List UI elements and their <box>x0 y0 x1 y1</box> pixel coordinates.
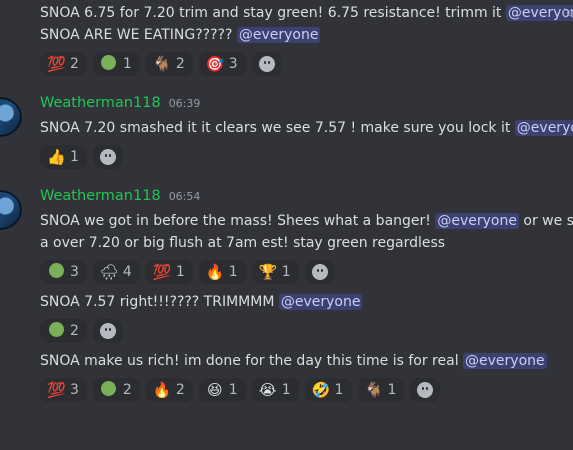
message-header: Weatherman118 06:54 <box>40 188 573 210</box>
smiley-add-icon <box>99 323 116 339</box>
add-reaction-button[interactable] <box>92 145 123 169</box>
author-name[interactable]: Weatherman118 <box>40 95 161 111</box>
reaction-goat[interactable]: 🐐 1 <box>357 378 405 402</box>
message-text: SNOA 7.57 right!!!???? TRIMMMM @everyone <box>40 291 573 313</box>
message-text: SNOA ARE WE EATING????? @everyone <box>40 24 573 46</box>
reaction-count: 1 <box>281 382 291 398</box>
author-name[interactable]: Weatherman118 <box>40 188 161 204</box>
smiley-add-icon <box>99 149 116 165</box>
smiley-add-icon <box>417 382 434 398</box>
reaction-bar: 💯 3 2 🔥 2 😆 1 😭 1 🤣 1 🐐 1 <box>40 377 573 403</box>
reaction-bar: 👍 1 <box>40 144 573 170</box>
hundred-points-icon: 💯 <box>47 380 66 399</box>
reaction-green-circle[interactable]: 2 <box>92 378 140 402</box>
thumbs-up-icon: 👍 <box>47 147 66 166</box>
mention-everyone[interactable]: @everyone <box>463 353 547 369</box>
reaction-bar: 2 <box>40 318 573 344</box>
reaction-green-circle[interactable]: 2 <box>40 319 87 343</box>
avatar[interactable] <box>0 190 22 230</box>
hundred-points-icon: 💯 <box>152 262 172 281</box>
reaction-count: 2 <box>122 382 132 398</box>
reaction-count: 1 <box>228 382 238 398</box>
trophy-icon: 🏆 <box>258 262 278 281</box>
add-reaction-button[interactable] <box>251 52 282 76</box>
goat-icon: 🐐 <box>152 54 172 73</box>
message-line: SNOA 6.75 for 7.20 trim and stay green! … <box>40 5 506 21</box>
timestamp[interactable]: 06:54 <box>169 190 201 203</box>
goat-icon: 🐐 <box>364 380 384 399</box>
reaction-green-circle[interactable]: 3 <box>40 260 87 284</box>
grinning-squint-icon: 😆 <box>206 380 223 399</box>
rofl-icon: 🤣 <box>311 380 331 399</box>
rain-cloud-icon: 🌧 <box>99 262 119 281</box>
reaction-count: 3 <box>70 264 79 280</box>
reaction-rofl[interactable]: 🤣 1 <box>304 378 352 402</box>
reaction-count: 1 <box>387 382 397 398</box>
reaction-count: 4 <box>122 264 132 280</box>
smiley-add-icon <box>258 56 275 72</box>
reaction-count: 2 <box>70 56 79 72</box>
reaction-count: 2 <box>70 323 79 339</box>
message-line: SNOA 7.57 right!!!???? TRIMMMM <box>40 294 279 310</box>
reaction-grinning-squint[interactable]: 😆 1 <box>198 378 246 402</box>
reaction-count: 1 <box>281 264 291 280</box>
reaction-hundred[interactable]: 💯 1 <box>145 260 193 284</box>
add-reaction-button[interactable] <box>92 319 123 343</box>
fire-icon: 🔥 <box>205 262 225 281</box>
message-line: SNOA make us rich! im done for the day t… <box>40 353 464 369</box>
message-line: SNOA we got in before the mass! Shees wh… <box>40 213 436 229</box>
mention-everyone[interactable]: @everyone <box>514 120 573 136</box>
reaction-hundred[interactable]: 💯 2 <box>40 52 87 76</box>
message-line: SNOA 7.20 smashed it it clears we see 7.… <box>40 120 515 136</box>
message-group: Weatherman118 06:54 SNOA we got in befor… <box>0 188 573 403</box>
reaction-count: 2 <box>175 382 185 398</box>
avatar[interactable] <box>0 97 22 137</box>
green-circle-icon <box>47 263 65 281</box>
reaction-goat[interactable]: 🐐 2 <box>145 52 193 76</box>
reaction-green-circle[interactable]: 1 <box>92 52 140 76</box>
reaction-count: 1 <box>228 264 238 280</box>
green-circle-icon <box>100 55 118 73</box>
reaction-hundred[interactable]: 💯 3 <box>40 378 87 402</box>
reaction-count: 1 <box>334 382 344 398</box>
reaction-target[interactable]: 🎯 3 <box>198 52 246 76</box>
smiley-add-icon <box>311 264 328 280</box>
reaction-fire[interactable]: 🔥 1 <box>198 260 246 284</box>
message-text: SNOA we got in before the mass! Shees wh… <box>40 210 573 254</box>
reaction-bar: 3 🌧 4 💯 1 🔥 1 🏆 1 <box>40 259 573 285</box>
clipped-text: (e <box>561 6 573 19</box>
reaction-count: 1 <box>175 264 185 280</box>
reaction-trophy[interactable]: 🏆 1 <box>251 260 299 284</box>
reaction-count: 2 <box>175 56 185 72</box>
reaction-count: 1 <box>122 56 132 72</box>
add-reaction-button[interactable] <box>304 260 335 284</box>
green-circle-icon <box>47 322 65 340</box>
reaction-bar: 💯 2 1 🐐 2 🎯 3 <box>40 51 573 77</box>
add-reaction-button[interactable] <box>410 378 441 402</box>
mention-everyone[interactable]: @everyone <box>435 213 519 229</box>
target-icon: 🎯 <box>205 54 225 73</box>
mention-everyone[interactable]: @everyone <box>278 294 363 310</box>
message-line: SNOA ARE WE EATING????? <box>40 27 237 43</box>
message-text: SNOA make us rich! im done for the day t… <box>40 350 573 372</box>
reaction-fire[interactable]: 🔥 2 <box>145 378 193 402</box>
reaction-count: 1 <box>70 149 79 165</box>
timestamp[interactable]: 06:39 <box>169 97 201 110</box>
fire-icon: 🔥 <box>152 380 172 399</box>
hundred-points-icon: 💯 <box>47 54 66 73</box>
reaction-thumbs-up[interactable]: 👍 1 <box>40 145 87 169</box>
message-header: Weatherman118 06:39 <box>40 95 573 117</box>
reaction-crying[interactable]: 😭 1 <box>251 378 299 402</box>
mention-everyone[interactable]: @everyone <box>236 27 321 43</box>
message-group: SNOA 6.75 for 7.20 trim and stay green! … <box>0 0 573 77</box>
green-circle-icon <box>100 381 118 399</box>
chat-message-list: SNOA 6.75 for 7.20 trim and stay green! … <box>0 0 573 450</box>
message-text: SNOA 7.20 smashed it it clears we see 7.… <box>40 117 573 139</box>
reaction-count: 3 <box>228 56 238 72</box>
reaction-count: 3 <box>70 382 79 398</box>
crying-icon: 😭 <box>258 380 277 399</box>
message-group: Weatherman118 06:39 SNOA 7.20 smashed it… <box>0 95 573 170</box>
message-text: SNOA 6.75 for 7.20 trim and stay green! … <box>40 2 573 24</box>
reaction-rain-cloud[interactable]: 🌧 4 <box>92 260 140 284</box>
